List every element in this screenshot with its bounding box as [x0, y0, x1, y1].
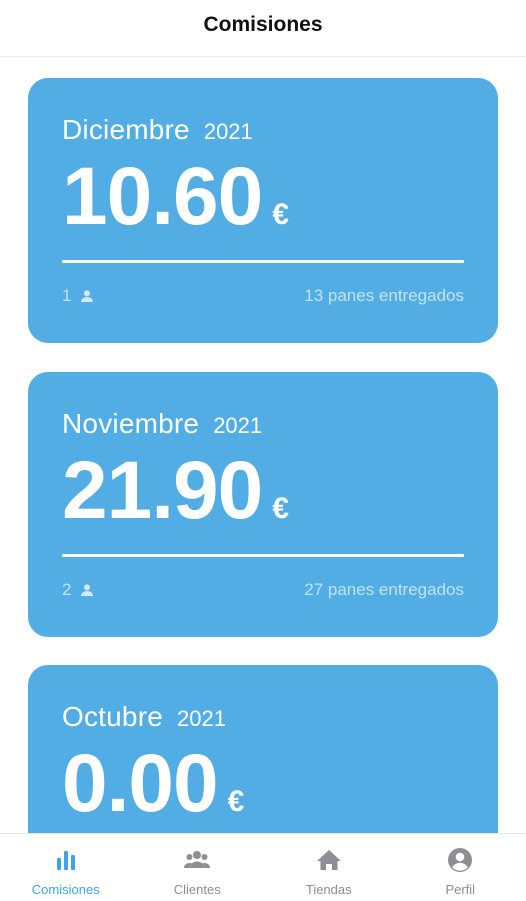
home-icon: [315, 846, 343, 874]
card-period: Octubre 2021: [62, 701, 226, 733]
commissions-list[interactable]: Diciembre 2021 10.60 € 1 13 panes entreg…: [0, 57, 526, 833]
bottom-tab-bar: Comisiones Clientes Tiendas Perfil: [0, 833, 526, 901]
person-icon: [79, 582, 95, 598]
card-amount: 10.60: [62, 156, 262, 238]
card-clients-count: 1: [62, 286, 71, 306]
tab-tiendas[interactable]: Tiendas: [263, 834, 395, 901]
card-delivered: 27 panes entregados: [304, 580, 464, 600]
card-clients: 1: [62, 286, 95, 306]
card-footer: 2 27 panes entregados: [62, 580, 464, 600]
card-month: Noviembre: [62, 408, 199, 440]
card-currency: €: [272, 198, 289, 232]
tab-label: Perfil: [445, 882, 475, 897]
commission-card[interactable]: Diciembre 2021 10.60 € 1 13 panes entreg…: [28, 78, 498, 343]
person-icon: [79, 288, 95, 304]
card-month: Diciembre: [62, 114, 190, 146]
card-amount: 21.90: [62, 450, 262, 532]
card-month: Octubre: [62, 701, 163, 733]
card-year: 2021: [177, 706, 226, 732]
tab-comisiones[interactable]: Comisiones: [0, 834, 132, 901]
card-currency: €: [228, 785, 245, 819]
card-clients-count: 2: [62, 580, 71, 600]
card-divider: [62, 554, 464, 557]
app-header: Comisiones: [0, 0, 526, 57]
card-footer: 1 13 panes entregados: [62, 286, 464, 306]
tab-clientes[interactable]: Clientes: [132, 834, 264, 901]
tab-label: Tiendas: [306, 882, 352, 897]
people-icon: [183, 846, 211, 874]
card-clients: 2: [62, 580, 95, 600]
page-title: Comisiones: [203, 13, 322, 37]
card-year: 2021: [204, 119, 253, 145]
bar-chart-icon: [52, 846, 80, 874]
card-year: 2021: [213, 413, 262, 439]
profile-icon: [446, 846, 474, 874]
tab-perfil[interactable]: Perfil: [395, 834, 526, 901]
commission-card[interactable]: Octubre 2021 0.00 €: [28, 665, 498, 833]
tab-label: Comisiones: [32, 882, 100, 897]
card-period: Diciembre 2021: [62, 114, 253, 146]
card-currency: €: [272, 492, 289, 526]
card-amount-row: 21.90 €: [62, 450, 289, 532]
card-divider: [62, 260, 464, 263]
commission-card[interactable]: Noviembre 2021 21.90 € 2 27 panes entreg…: [28, 372, 498, 637]
card-delivered: 13 panes entregados: [304, 286, 464, 306]
card-amount-row: 0.00 €: [62, 743, 244, 825]
card-period: Noviembre 2021: [62, 408, 262, 440]
tab-label: Clientes: [174, 882, 221, 897]
card-amount: 0.00: [62, 743, 218, 825]
card-amount-row: 10.60 €: [62, 156, 289, 238]
